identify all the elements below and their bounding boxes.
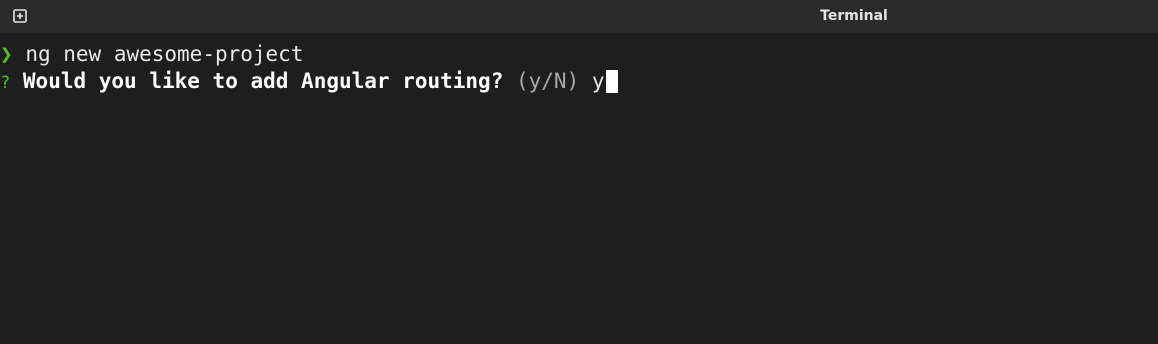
answer-input[interactable]: y: [592, 69, 605, 93]
terminal-output[interactable]: ❯ ng new awesome-project ? Would you lik…: [0, 40, 1158, 344]
prompt-icon: ❯: [0, 42, 13, 66]
text-cursor: [605, 70, 618, 93]
title-bar: Terminal: [0, 0, 1158, 33]
prompt-question-line: ? Would you like to add Angular routing?…: [0, 67, 618, 95]
question-text: Would you like to add Angular routing?: [22, 69, 504, 93]
answer-hint: (y/N): [516, 69, 580, 93]
window-title: Terminal: [820, 8, 888, 24]
question-marker: ?: [0, 73, 11, 93]
command-text: ng new awesome-project: [25, 42, 304, 66]
terminal-window: Terminal ❯ ng new awesome-project ? Woul…: [0, 0, 1158, 344]
command-line: ❯ ng new awesome-project: [0, 40, 303, 68]
